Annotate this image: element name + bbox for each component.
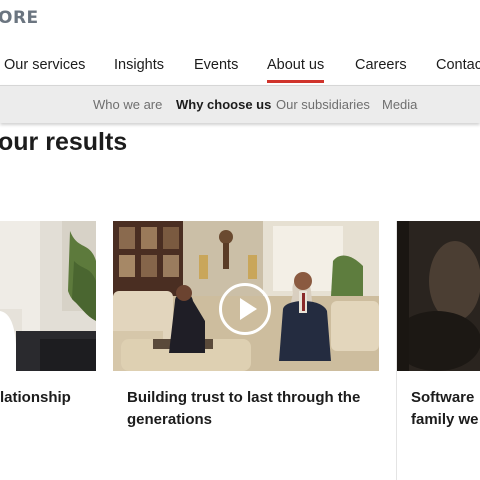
card-thumbnail[interactable] — [113, 221, 379, 371]
card-thumbnail[interactable] — [397, 221, 480, 371]
active-nav-underline — [267, 80, 324, 83]
card-title[interactable]: lationship — [0, 387, 100, 409]
card-title-line: family we — [411, 411, 479, 428]
subnav-item-why-choose-us[interactable]: Why choose us — [176, 97, 271, 112]
card-title[interactable]: Building trust to last through the gener… — [127, 387, 373, 431]
subnav-item-our-subsidiaries[interactable]: Our subsidiaries — [276, 97, 370, 112]
section-heading: our results — [0, 128, 128, 156]
main-navigation: Our services Insights Events About us Ca… — [0, 48, 480, 84]
sub-navigation: Who we are Why choose us Our subsidiarie… — [0, 85, 480, 123]
nav-item-our-services[interactable]: Our services — [4, 57, 85, 73]
brand-logo[interactable]: ORE — [0, 8, 39, 28]
subnav-item-media[interactable]: Media — [382, 97, 417, 112]
play-icon — [240, 298, 257, 320]
card-thumbnail[interactable] — [0, 221, 96, 371]
subnav-item-who-we-are[interactable]: Who we are — [93, 97, 162, 112]
nav-item-careers[interactable]: Careers — [355, 57, 407, 73]
card-photo — [0, 221, 96, 371]
card-title-line: Software — [411, 389, 475, 406]
nav-item-events[interactable]: Events — [194, 57, 238, 73]
play-video-button[interactable] — [219, 283, 271, 335]
nav-item-insights[interactable]: Insights — [114, 57, 164, 73]
story-card[interactable]: Software family we — [396, 221, 480, 480]
nav-item-contact[interactable]: Contac — [436, 57, 480, 73]
card-title[interactable]: Software family we — [411, 387, 480, 431]
story-card[interactable]: lationship — [0, 221, 96, 480]
nav-item-about-us[interactable]: About us — [267, 57, 324, 73]
story-card[interactable]: Building trust to last through the gener… — [113, 221, 379, 480]
card-photo — [397, 221, 480, 371]
